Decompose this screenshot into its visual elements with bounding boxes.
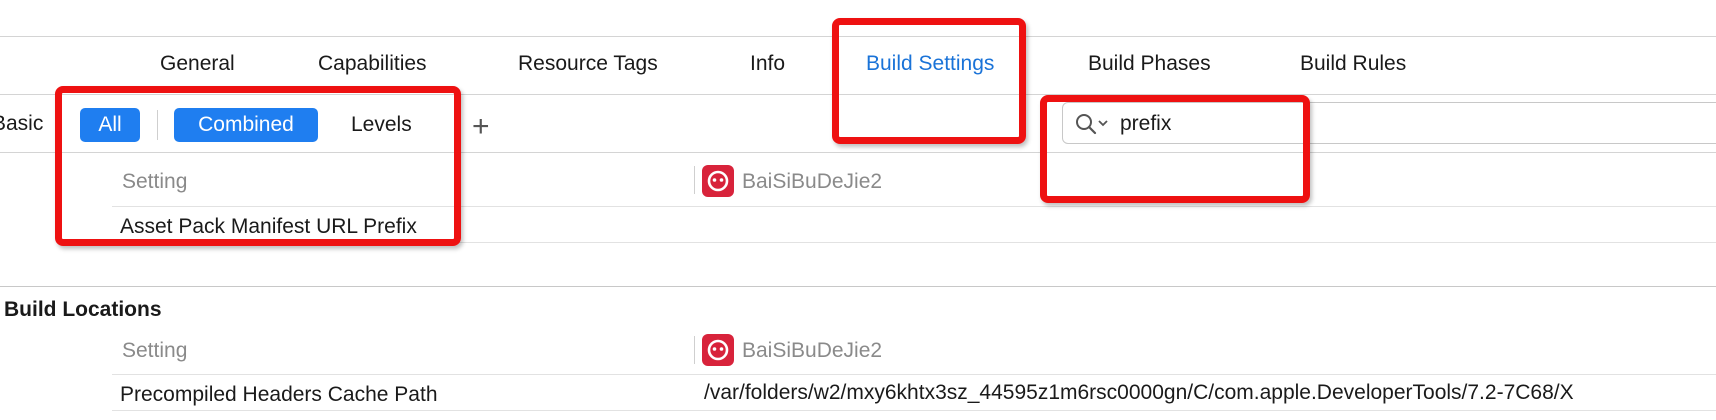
annotation-box-filters bbox=[55, 86, 461, 246]
setting-row-precompiled-headers-cache-path[interactable]: Precompiled Headers Cache Path bbox=[120, 383, 438, 407]
column-divider bbox=[694, 336, 695, 364]
basic-filter-button[interactable]: Basic bbox=[0, 112, 43, 136]
row-divider bbox=[112, 410, 1716, 411]
column-divider bbox=[694, 166, 695, 194]
tab-general[interactable]: General bbox=[160, 52, 235, 76]
add-setting-button[interactable]: + bbox=[472, 112, 490, 142]
target-column-header: BaiSiBuDeJie2 bbox=[742, 339, 883, 362]
tab-build-rules[interactable]: Build Rules bbox=[1300, 52, 1406, 76]
target-app-icon bbox=[702, 165, 734, 197]
setting-value-precompiled-headers-cache-path[interactable]: /var/folders/w2/mxy6khtx3sz_44595z1m6rsc… bbox=[704, 381, 1716, 405]
target-app-icon bbox=[702, 334, 734, 366]
annotation-box-search bbox=[1040, 95, 1310, 203]
build-locations-section-title[interactable]: Build Locations bbox=[4, 298, 162, 322]
section-divider bbox=[0, 286, 1716, 287]
setting-column-header: Setting bbox=[122, 339, 188, 362]
tab-capabilities[interactable]: Capabilities bbox=[318, 52, 427, 76]
tab-build-phases[interactable]: Build Phases bbox=[1088, 52, 1211, 76]
annotation-box-build-settings bbox=[832, 18, 1026, 144]
target-column-header: BaiSiBuDeJie2 bbox=[742, 170, 883, 193]
tab-resource-tags[interactable]: Resource Tags bbox=[518, 52, 658, 76]
row-divider bbox=[112, 374, 1716, 375]
tab-info[interactable]: Info bbox=[750, 52, 785, 76]
